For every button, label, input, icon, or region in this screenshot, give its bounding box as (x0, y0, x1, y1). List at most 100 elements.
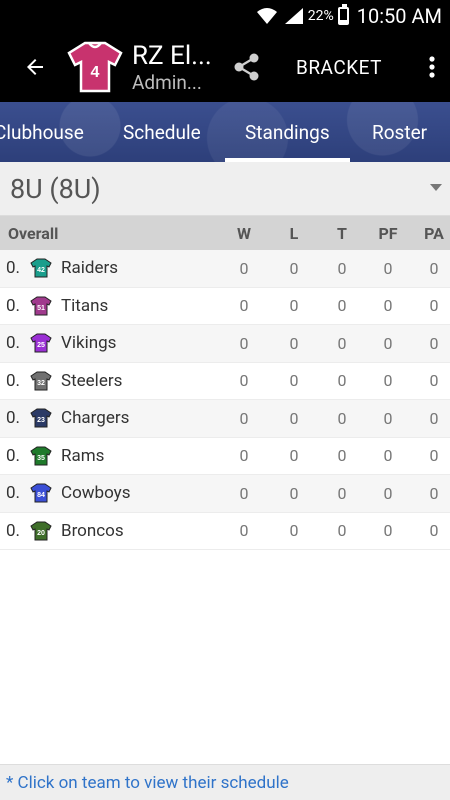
table-row[interactable]: 0. 35 Rams 0 0 0 0 0 (0, 437, 450, 475)
points-against-value: 0 (429, 521, 439, 541)
division-dropdown[interactable]: 8U (8U) (0, 162, 450, 216)
points-for-value: 0 (383, 296, 393, 316)
team-jersey-icon: 25 (30, 325, 52, 362)
clock: 10:50 AM (356, 4, 442, 28)
ties-value: 0 (337, 333, 347, 353)
back-arrow-icon[interactable] (0, 32, 70, 102)
team-name: Cowboys (61, 483, 131, 504)
tab-bar: Clubhouse Schedule Standings Roster (0, 102, 450, 162)
wins-value: 0 (239, 258, 249, 278)
points-for-value: 0 (383, 408, 393, 428)
header-points-for: PF (378, 223, 398, 243)
team-jersey-icon: 23 (30, 400, 52, 437)
wins-value: 0 (239, 446, 249, 466)
table-row[interactable]: 0. 23 Chargers 0 0 0 0 0 (0, 400, 450, 438)
team-name: Vikings (61, 333, 117, 354)
team-title: RZ El... (132, 40, 212, 71)
points-against-value: 0 (429, 333, 439, 353)
header-losses: L (289, 223, 299, 243)
losses-value: 0 (289, 483, 299, 503)
ties-value: 0 (337, 521, 347, 541)
table-row[interactable]: 0. 25 Vikings 0 0 0 0 0 (0, 325, 450, 363)
points-against-value: 0 (429, 258, 439, 278)
division-label: 8U (8U) (10, 172, 101, 205)
battery-percent: 22% (307, 8, 334, 24)
status-bar: 22% 10:50 AM (0, 0, 450, 32)
wins-value: 0 (239, 408, 249, 428)
losses-value: 0 (289, 258, 299, 278)
header-points-against: PA (424, 223, 444, 243)
bracket-button[interactable]: BRACKET (296, 56, 382, 79)
tab-roster[interactable]: Roster (372, 102, 427, 162)
losses-value: 0 (289, 296, 299, 316)
wins-value: 0 (239, 521, 249, 541)
losses-value: 0 (289, 408, 299, 428)
overflow-menu-icon[interactable] (414, 32, 450, 102)
rank: 0. (6, 333, 21, 354)
standings-table: 0. 42 Raiders 0 0 0 0 0 0. 51 Titans 0 0 0 0 0 0. 25 Vikin… (0, 250, 450, 550)
points-for-value: 0 (383, 446, 393, 466)
jersey-number: 35 (37, 455, 45, 462)
share-icon[interactable] (222, 32, 272, 102)
table-row[interactable]: 0. 51 Titans 0 0 0 0 0 (0, 287, 450, 325)
points-for-value: 0 (383, 521, 393, 541)
rank: 0. (6, 295, 21, 316)
team-jersey-icon: 42 (30, 250, 52, 287)
points-for-value: 0 (383, 371, 393, 391)
wins-value: 0 (239, 296, 249, 316)
app-bar: 4 RZ El... Admin... BRACKET (0, 32, 450, 102)
wins-value: 0 (239, 483, 249, 503)
tab-clubhouse[interactable]: Clubhouse (0, 102, 84, 162)
table-row[interactable]: 0. 20 Broncos 0 0 0 0 0 (0, 512, 450, 550)
ties-value: 0 (337, 446, 347, 466)
rank: 0. (6, 258, 21, 279)
battery-fill (339, 19, 347, 23)
points-for-value: 0 (383, 483, 393, 503)
wifi-icon (256, 7, 278, 25)
points-for-value: 0 (383, 258, 393, 278)
rank: 0. (6, 520, 21, 541)
points-against-value: 0 (429, 296, 439, 316)
header-overall: Overall (8, 223, 59, 243)
losses-value: 0 (289, 333, 299, 353)
jersey-number: 4 (91, 64, 100, 81)
ties-value: 0 (337, 296, 347, 316)
jersey-number: 23 (37, 417, 45, 424)
points-against-value: 0 (429, 408, 439, 428)
points-against-value: 0 (429, 483, 439, 503)
team-jersey-icon: 4 (66, 38, 124, 96)
table-row[interactable]: 0. 84 Cowboys 0 0 0 0 0 (0, 475, 450, 513)
ties-value: 0 (337, 371, 347, 391)
points-for-value: 0 (383, 333, 393, 353)
team-name: Raiders (61, 258, 118, 279)
losses-value: 0 (289, 446, 299, 466)
team-subtitle: Admin... (132, 70, 202, 94)
signal-icon (284, 7, 304, 25)
team-name: Steelers (61, 370, 123, 391)
tab-standings[interactable]: Standings (225, 102, 350, 162)
wins-value: 0 (239, 371, 249, 391)
jersey-number: 25 (37, 342, 45, 349)
jersey-number: 84 (37, 492, 45, 499)
ties-value: 0 (337, 408, 347, 428)
team-jersey-icon: 51 (30, 288, 52, 325)
rank: 0. (6, 445, 21, 466)
points-against-value: 0 (429, 446, 439, 466)
team-name: Titans (61, 295, 109, 316)
jersey-number: 51 (37, 305, 45, 312)
ties-value: 0 (337, 483, 347, 503)
rank: 0. (6, 408, 21, 429)
battery-icon (337, 4, 349, 25)
jersey-number: 32 (37, 380, 45, 387)
jersey-number: 20 (37, 530, 45, 537)
tab-schedule[interactable]: Schedule (123, 102, 201, 162)
rank: 0. (6, 483, 21, 504)
table-row[interactable]: 0. 32 Steelers 0 0 0 0 0 (0, 362, 450, 400)
table-row[interactable]: 0. 42 Raiders 0 0 0 0 0 (0, 250, 450, 288)
dropdown-caret-icon (430, 184, 442, 191)
standings-header: Overall W L T PF PA (0, 216, 450, 250)
team-title-block: RZ El... Admin... (132, 41, 222, 94)
team-name: Chargers (61, 408, 130, 429)
team-jersey-icon: 32 (30, 363, 52, 400)
losses-value: 0 (289, 521, 299, 541)
